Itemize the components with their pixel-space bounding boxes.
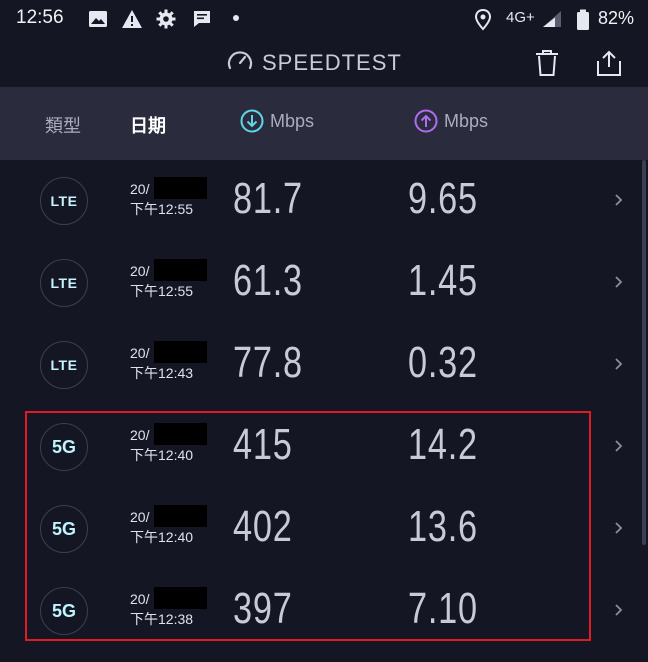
header-type[interactable]: 類型 (45, 112, 81, 138)
chevron-right-icon (615, 522, 623, 534)
download-speed: 397 (233, 584, 293, 633)
redaction-block (154, 587, 207, 609)
header-date[interactable]: 日期 (130, 112, 166, 138)
location-icon (474, 8, 494, 31)
result-row[interactable]: LTE 20/ 下午12:43 77.8 0.32 (0, 324, 640, 406)
app-title-group: SPEEDTEST (226, 48, 402, 78)
upload-speed: 0.32 (408, 338, 478, 387)
scrollbar-thumb[interactable] (642, 160, 646, 545)
chevron-right-icon (615, 194, 623, 206)
result-date: 20/ (130, 181, 150, 197)
download-speed: 415 (233, 420, 293, 469)
share-icon (597, 50, 621, 76)
upload-speed: 1.45 (408, 256, 478, 305)
result-row[interactable]: 5G 20/ 下午12:40 402 13.6 (0, 488, 640, 570)
connection-type-badge: LTE (40, 259, 88, 307)
message-icon (192, 9, 212, 29)
result-date: 20/ (130, 263, 150, 279)
result-time: 下午12:43 (130, 365, 194, 381)
share-button[interactable] (593, 47, 625, 79)
chevron-right-icon (615, 276, 623, 288)
results-list: LTE 20/ 下午12:55 81.7 9.65 LTE 20/ 下午12:5… (0, 160, 648, 662)
download-speed: 61.3 (233, 256, 303, 305)
header-upload-unit: Mbps (444, 110, 489, 131)
result-time: 下午12:40 (130, 529, 194, 545)
notification-dot (233, 15, 239, 21)
battery-percentage: 82% (598, 8, 635, 28)
connection-type-badge: 5G (40, 423, 88, 471)
header-download-unit: Mbps (270, 110, 315, 131)
download-speed: 77.8 (233, 338, 303, 387)
upload-speed: 9.65 (408, 174, 478, 223)
redaction-block (154, 423, 207, 445)
result-row[interactable]: 5G 20/ 下午12:38 397 7.10 (0, 570, 640, 652)
result-row[interactable]: LTE 20/ 下午12:55 61.3 1.45 (0, 242, 640, 324)
chevron-right-icon (615, 604, 623, 616)
upload-speed: 7.10 (408, 584, 478, 633)
app-title: SPEEDTEST (262, 50, 402, 75)
connection-type-badge: 5G (40, 587, 88, 635)
download-arrow-icon (240, 109, 264, 133)
redaction-block (154, 341, 207, 363)
upload-arrow-icon (414, 109, 438, 133)
upload-speed: 14.2 (408, 420, 478, 469)
network-type: 4G+ (506, 9, 535, 26)
chevron-right-icon (615, 358, 623, 370)
result-date: 20/ (130, 345, 150, 361)
result-date: 20/ (130, 509, 150, 525)
status-bar: 12:56 4G+ 82% (0, 0, 648, 40)
redaction-block (154, 505, 207, 527)
download-speed: 402 (233, 502, 293, 551)
results-header: 類型 日期 Mbps Mbps (0, 87, 648, 160)
redaction-block (154, 259, 207, 281)
result-date: 20/ (130, 427, 150, 443)
result-time: 下午12:38 (130, 611, 194, 627)
warning-icon (121, 9, 142, 29)
redaction-block (154, 177, 207, 199)
result-time: 下午12:55 (130, 283, 194, 299)
result-time: 下午12:55 (130, 201, 194, 217)
app-bar: SPEEDTEST (0, 40, 648, 87)
chevron-right-icon (615, 440, 623, 452)
download-speed: 81.7 (233, 174, 303, 223)
settings-gear-icon (156, 9, 176, 29)
result-row[interactable]: LTE 20/ 下午12:55 81.7 9.65 (0, 160, 640, 242)
connection-type-badge: LTE (40, 341, 88, 389)
result-date: 20/ (130, 591, 150, 607)
battery-icon (576, 9, 596, 30)
speedometer-icon (226, 48, 254, 78)
delete-button[interactable] (531, 47, 563, 79)
upload-speed: 13.6 (408, 502, 478, 551)
signal-icon (541, 9, 561, 29)
result-row[interactable]: 5G 20/ 下午12:40 415 14.2 (0, 406, 640, 488)
status-time: 12:56 (16, 7, 64, 28)
header-upload[interactable]: Mbps (414, 109, 488, 133)
trash-icon (536, 50, 558, 76)
result-time: 下午12:40 (130, 447, 194, 463)
header-download[interactable]: Mbps (240, 109, 314, 133)
connection-type-badge: 5G (40, 505, 88, 553)
connection-type-badge: LTE (40, 177, 88, 225)
gallery-icon (88, 9, 108, 29)
